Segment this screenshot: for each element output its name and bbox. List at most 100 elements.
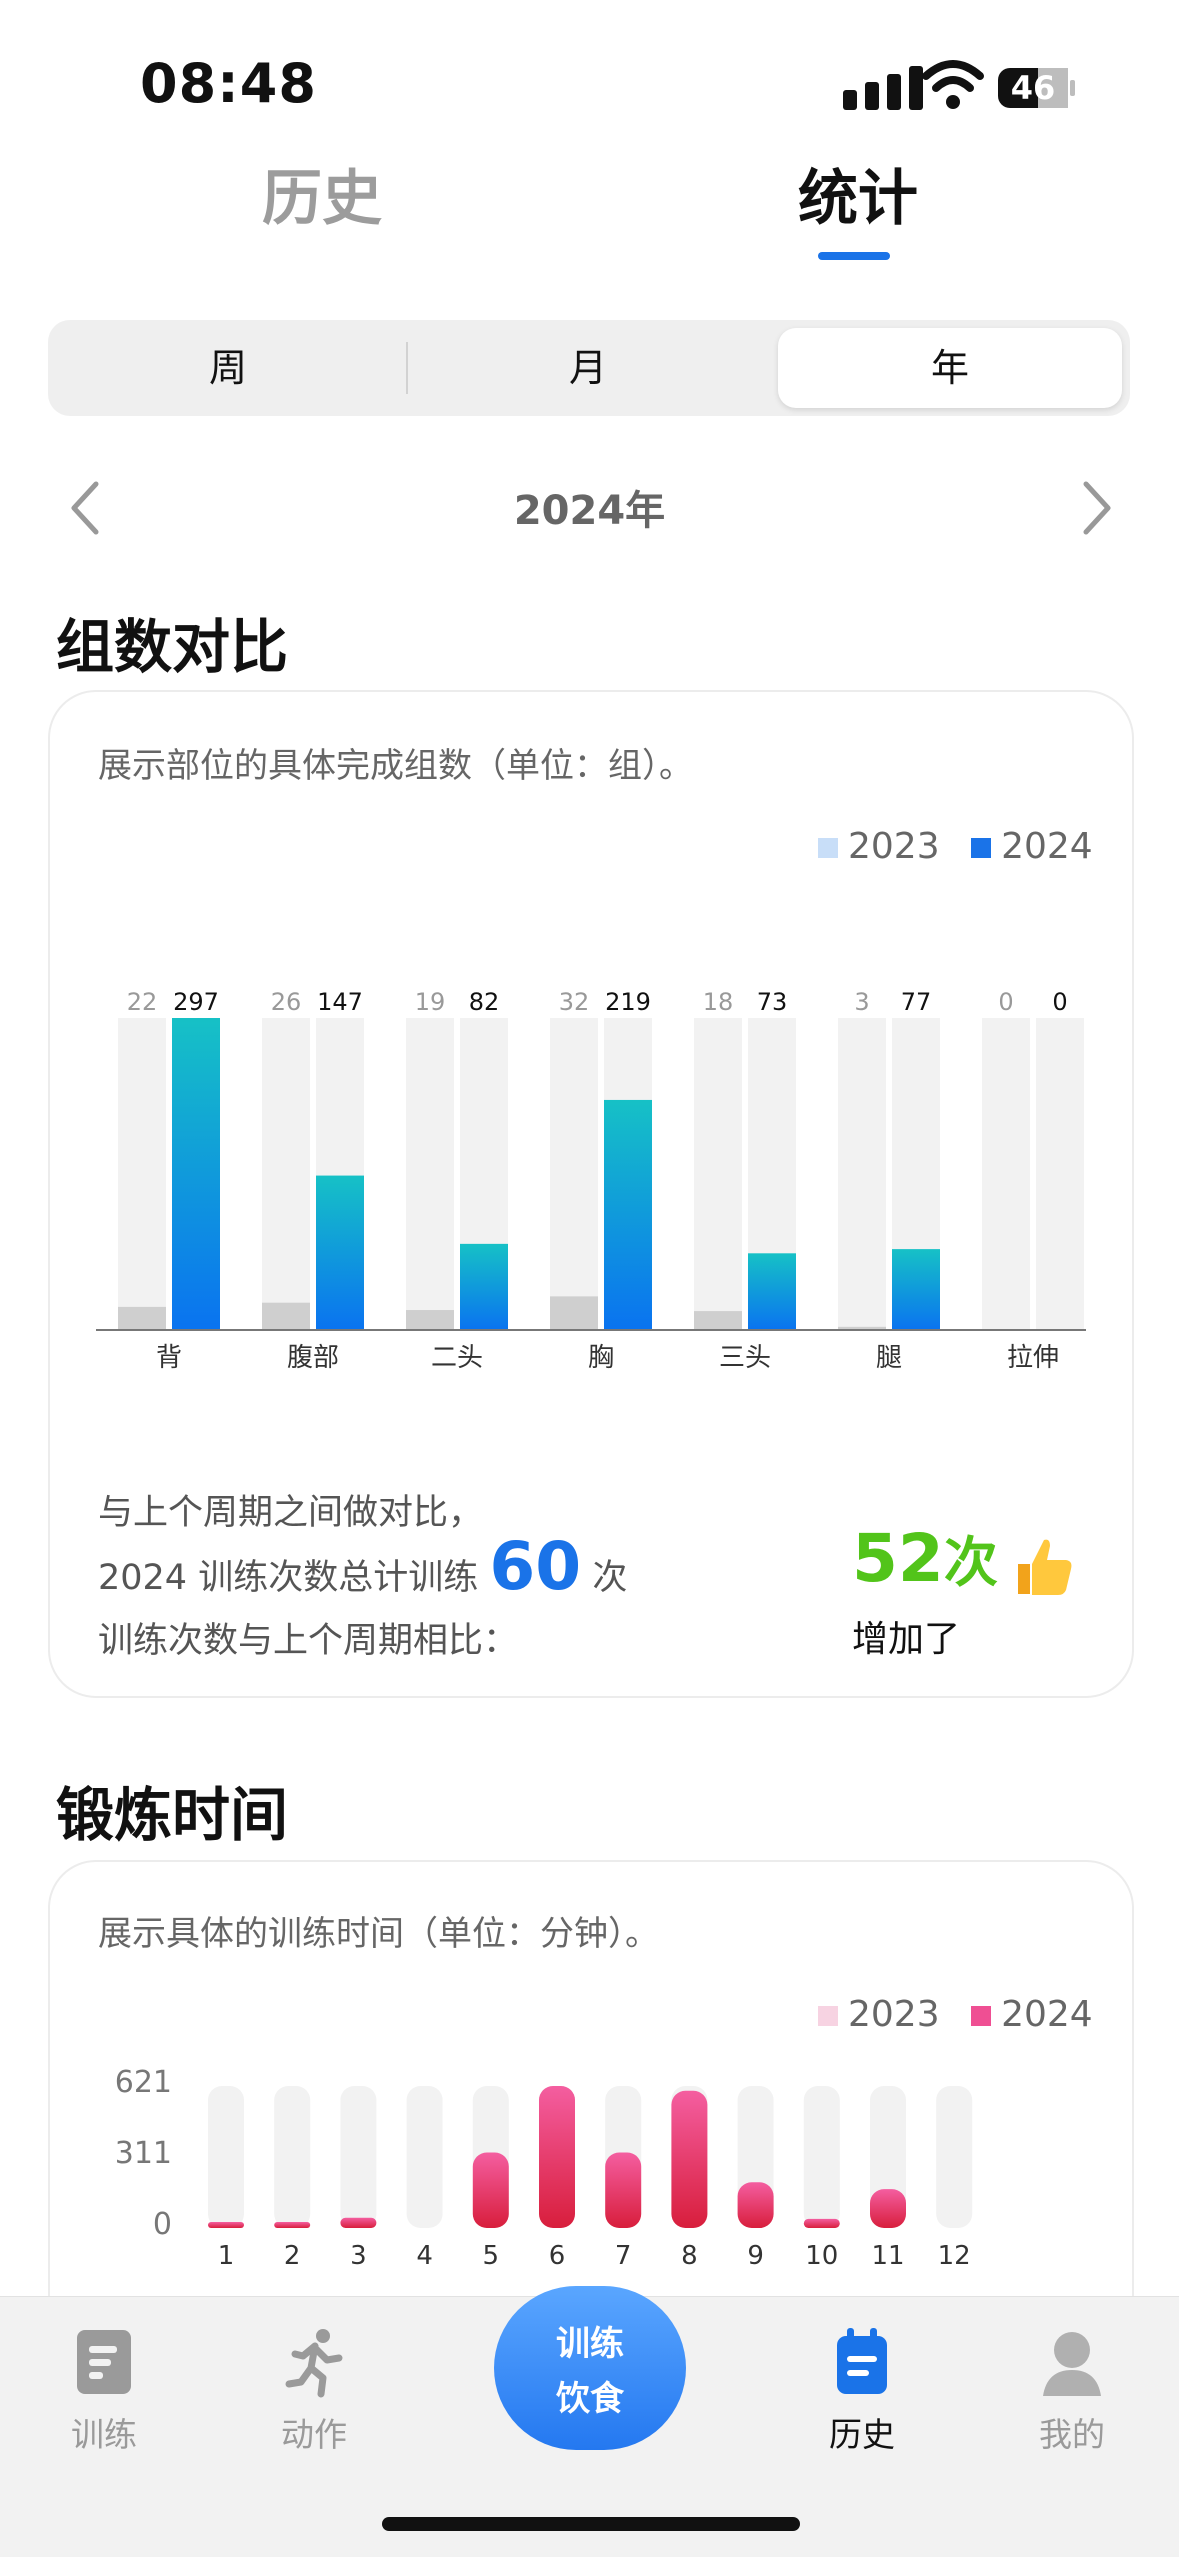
category-label: 三头 [719, 1343, 771, 1373]
month-label: 8 [681, 2241, 698, 2271]
value-label-2023: 0 [998, 988, 1013, 1016]
segment-week[interactable]: 周 [48, 320, 408, 416]
value-label-2024: 147 [317, 988, 363, 1016]
bar-2024 [472, 2152, 509, 2228]
nav-item-history[interactable]: 历史 [782, 2326, 942, 2456]
value-label-2024: 219 [605, 988, 651, 1016]
summary-line-2: 2024 训练次数总计训练 60 次 [98, 1528, 627, 1605]
bar-track [982, 1018, 1030, 1330]
bar-2024 [208, 2222, 244, 2228]
bar-track [1036, 1018, 1084, 1330]
battery-icon: 46 [998, 66, 1076, 110]
bar-2024 [316, 1175, 364, 1330]
y-tick-label: 0 [153, 2207, 172, 2242]
category-label: 二头 [431, 1343, 483, 1373]
training-diet-button[interactable]: 训练 饮食 [494, 2286, 686, 2450]
legend-label-2024: 2024 [1001, 826, 1093, 867]
category-label: 腿 [876, 1343, 902, 1373]
bar-2024 [870, 2189, 906, 2228]
bar-2024 [892, 1249, 940, 1330]
segment-year[interactable]: 年 [778, 328, 1122, 408]
next-period-chevron-icon[interactable] [1076, 478, 1116, 538]
period-label: 2024年 [513, 488, 666, 534]
thumbs-up-icon [1018, 1539, 1072, 1595]
bar-2024 [274, 2222, 311, 2228]
bar-2023 [118, 1306, 166, 1330]
category-label: 拉伸 [1007, 1343, 1059, 1373]
summary-line-3: 训练次数与上个周期相比： [98, 1621, 519, 1661]
tab-history[interactable]: 历史 [262, 150, 382, 237]
nav-item-exercises[interactable]: 动作 [234, 2326, 394, 2456]
category-label: 腹部 [287, 1343, 339, 1373]
bar-2023 [406, 1310, 454, 1330]
bar-2024 [340, 2217, 377, 2228]
legend-swatch-2023 [818, 838, 838, 858]
legend-label-2023: 2023 [848, 826, 940, 867]
value-label-2023: 18 [703, 988, 734, 1016]
month-label: 7 [615, 2241, 632, 2271]
time-legend: 2023 2024 [818, 1994, 1093, 2035]
document-icon [77, 2330, 131, 2394]
delta-number: 52 [852, 1520, 944, 1597]
nav-label-training: 训练 [71, 2415, 137, 2454]
bar-2024 [460, 1243, 508, 1330]
user-avatar-icon [1043, 2332, 1101, 2396]
battery-level: 46 [1010, 69, 1056, 107]
legend-swatch-2023 [818, 2006, 838, 2026]
value-label-2024: 77 [901, 988, 932, 1016]
y-tick-label: 311 [115, 2136, 172, 2171]
active-tab-indicator [818, 252, 890, 260]
nav-label-profile: 我的 [1039, 2415, 1105, 2454]
status-time: 08:48 [140, 52, 317, 115]
bar-track [406, 1018, 454, 1330]
month-label: 6 [549, 2241, 566, 2271]
nav-label-history: 历史 [829, 2415, 895, 2454]
bar-2023 [694, 1311, 742, 1330]
bar-track [694, 1018, 742, 1330]
bar-track [118, 1018, 166, 1330]
home-indicator [382, 2517, 800, 2531]
value-label-2023: 3 [854, 988, 869, 1016]
tab-stats[interactable]: 统计 [798, 150, 918, 237]
delta-text: 增加了 [852, 1619, 961, 1660]
calendar-icon [837, 2328, 887, 2394]
sets-description: 展示部位的具体完成组数（单位：组）。 [98, 746, 693, 786]
time-description: 展示具体的训练时间（单位：分钟）。 [98, 1914, 659, 1954]
nav-item-training[interactable]: 训练 [24, 2326, 184, 2456]
month-label: 5 [483, 2241, 500, 2271]
bar-2024 [605, 2152, 642, 2228]
month-label: 4 [416, 2241, 433, 2271]
sets-section-title: 组数对比 [56, 613, 289, 681]
value-label-2024: 0 [1052, 988, 1067, 1016]
bar-track [406, 2086, 443, 2228]
category-label: 背 [156, 1343, 182, 1373]
month-label: 1 [218, 2241, 235, 2271]
value-label-2024: 73 [757, 988, 788, 1016]
center-button-line-1: 训练 [556, 2324, 624, 2364]
segment-month[interactable]: 月 [408, 320, 768, 416]
bar-2024 [671, 2090, 708, 2228]
value-label-2023: 26 [271, 988, 302, 1016]
nav-item-profile[interactable]: 我的 [992, 2326, 1152, 2456]
sets-bar-chart: 22 297 背 26 147 腹部 19 82 二头 32 219 胸 18 73 三头 3 77 腿 0 0 拉伸 [96, 988, 1086, 1373]
bar-track [340, 2086, 377, 2228]
month-label: 2 [284, 2241, 301, 2271]
value-label-2023: 19 [415, 988, 446, 1016]
bar-track [274, 2086, 311, 2228]
bar-track [208, 2086, 244, 2228]
sets-legend: 2023 2024 [818, 826, 1093, 867]
bar-track [838, 1018, 886, 1330]
category-label: 胸 [588, 1343, 614, 1373]
legend-swatch-2024 [971, 838, 992, 858]
summary-suffix: 次 [592, 1558, 628, 1598]
month-label: 9 [747, 2241, 764, 2271]
bar-track [936, 2086, 973, 2228]
value-label-2023: 32 [559, 988, 590, 1016]
bar-2024 [539, 2086, 575, 2228]
month-label: 11 [871, 2241, 904, 2271]
bar-2023 [550, 1296, 598, 1330]
value-label-2024: 297 [173, 988, 219, 1016]
bar-2024 [737, 2182, 774, 2228]
bar-track [803, 2086, 840, 2228]
bar-track [262, 1018, 310, 1330]
